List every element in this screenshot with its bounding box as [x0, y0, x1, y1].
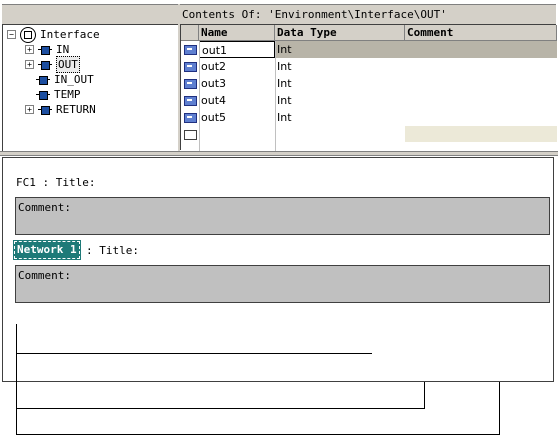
parameter-icon: [38, 105, 52, 115]
column-header-comment[interactable]: Comment: [405, 25, 557, 41]
block-comment[interactable]: Comment:: [15, 197, 550, 235]
table-row[interactable]: out4 Int: [181, 92, 557, 109]
block-title[interactable]: FC1 : Title:: [16, 175, 95, 190]
rung-box-outer: [16, 382, 500, 435]
tree-root-label: Interface: [40, 28, 100, 41]
tree-item-label: OUT: [56, 56, 80, 73]
collapse-icon[interactable]: −: [7, 30, 16, 39]
block-comment-label: Comment:: [18, 201, 71, 214]
cell-comment[interactable]: [405, 109, 557, 126]
cell-comment[interactable]: [405, 58, 557, 75]
parameter-icon: [38, 45, 52, 55]
tree-item-label: TEMP: [54, 88, 81, 101]
variable-icon: [184, 96, 197, 106]
contents-title: Contents Of: 'Environment\Interface\OUT': [180, 4, 556, 24]
horizontal-splitter[interactable]: [0, 151, 558, 156]
variable-icon: [184, 62, 197, 72]
tree-item-in[interactable]: + IN: [25, 42, 69, 57]
table-row[interactable]: out2 Int: [181, 58, 557, 75]
cell-name[interactable]: out3: [199, 75, 275, 92]
tree-item-label: IN: [56, 43, 70, 56]
cell-comment[interactable]: [405, 75, 557, 92]
column-separator: [199, 41, 200, 151]
tree-item-label: RETURN: [56, 103, 96, 116]
cell-data-type[interactable]: Int: [275, 58, 405, 75]
parameter-icon: [36, 90, 50, 100]
variable-icon: [184, 79, 197, 89]
ladder-rung[interactable]: [16, 353, 372, 354]
parameter-icon: [36, 75, 50, 85]
tree-root[interactable]: − Interface: [7, 26, 100, 43]
parameter-icon: [38, 60, 52, 70]
table-row[interactable]: out5 Int: [181, 109, 557, 126]
tree-item-out[interactable]: + OUT: [25, 56, 80, 73]
cell-name[interactable]: out1: [199, 41, 275, 58]
network-title[interactable]: : Title:: [86, 243, 139, 258]
tree-item-label: IN_OUT: [54, 73, 94, 86]
cell-name[interactable]: out2: [199, 58, 275, 75]
network-comment[interactable]: Comment:: [15, 265, 550, 303]
column-separator: [275, 41, 276, 151]
contents-table[interactable]: Name Data Type Comment out1 Int out2 Int…: [180, 24, 557, 151]
cell-name[interactable]: out5: [199, 109, 275, 126]
table-row[interactable]: out3 Int: [181, 75, 557, 92]
expand-icon[interactable]: +: [25, 105, 34, 114]
cell-name[interactable]: out4: [199, 92, 275, 109]
cell-comment-new[interactable]: [405, 126, 557, 142]
expand-icon[interactable]: +: [25, 45, 34, 54]
cell-data-type[interactable]: Int: [275, 92, 405, 109]
column-header-data-type[interactable]: Data Type: [275, 25, 405, 41]
row-icon-header: [181, 25, 199, 41]
variable-icon: [184, 45, 197, 55]
cell-data-type[interactable]: Int: [275, 75, 405, 92]
table-row-new[interactable]: [181, 126, 557, 143]
variable-icon: [184, 113, 197, 123]
interface-root-icon: [20, 26, 36, 43]
expand-icon[interactable]: +: [25, 60, 34, 69]
cell-data-type[interactable]: Int: [275, 109, 405, 126]
cell-comment[interactable]: [405, 92, 557, 109]
tree-header-strip: [2, 4, 178, 25]
interface-tree[interactable]: − Interface + IN + OUT IN_OUT TEMP + RET…: [2, 24, 179, 152]
network-label[interactable]: Network 1: [13, 240, 81, 260]
cell-comment[interactable]: [405, 41, 557, 58]
tree-item-temp[interactable]: TEMP: [36, 87, 81, 102]
new-row-icon: [184, 130, 197, 140]
network-comment-label: Comment:: [18, 269, 71, 282]
table-row[interactable]: out1 Int: [181, 41, 557, 58]
tree-item-return[interactable]: + RETURN: [25, 102, 96, 117]
cell-data-type[interactable]: Int: [275, 41, 405, 58]
column-header-name[interactable]: Name: [199, 25, 275, 41]
tree-item-in-out[interactable]: IN_OUT: [36, 72, 94, 87]
